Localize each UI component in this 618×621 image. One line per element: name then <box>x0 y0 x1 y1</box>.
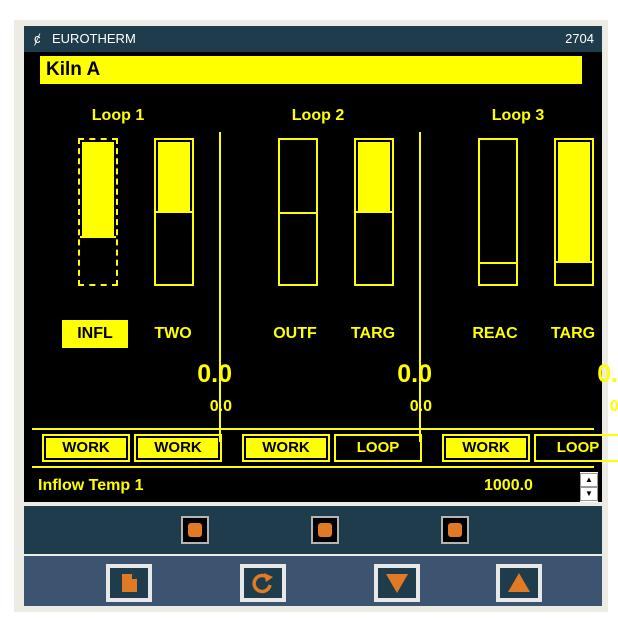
loop-value: 0.0 <box>597 360 618 388</box>
bargraph-fill <box>158 142 190 211</box>
mode-button[interactable]: WORK <box>442 434 530 462</box>
bargraph-label[interactable]: TWO <box>140 320 206 348</box>
bargraph-label[interactable]: REAC <box>462 320 528 348</box>
bargraph <box>154 138 194 286</box>
lower-button[interactable] <box>374 564 420 602</box>
parameter-name: Inflow Temp 1 <box>38 477 144 494</box>
model-number: 2704 <box>565 31 594 46</box>
bargraph <box>354 138 394 286</box>
loop-subvalue: 0.0 <box>209 398 232 415</box>
title-bar: ȼ EUROTHERM 2704 <box>24 26 602 52</box>
bargraph-marker <box>280 212 316 214</box>
bargraph-marker <box>480 262 516 265</box>
page-button[interactable] <box>106 564 152 602</box>
bargraph-marker <box>80 236 116 239</box>
loop-title: Loop 3 <box>491 107 545 124</box>
loop-subvalue: 0.0 <box>409 398 432 415</box>
bargraph-label[interactable]: TARG <box>540 320 606 348</box>
down-arrow-icon <box>386 574 408 593</box>
bargraph <box>478 138 518 286</box>
mode-button[interactable]: WORK <box>134 434 222 462</box>
parameter-value: 1000.0 <box>484 477 533 494</box>
separator-line <box>32 428 594 430</box>
scroll-cycle-icon <box>252 573 273 594</box>
bargraph-fill <box>558 142 590 261</box>
kiln-name: Kiln A <box>40 56 582 84</box>
led-indicator-icon <box>181 516 209 544</box>
bargraph-fill <box>358 142 390 211</box>
loop-subvalue: 0.0 <box>609 398 618 415</box>
mode-label: WORK <box>138 438 218 458</box>
bargraph-fill <box>82 142 114 237</box>
bargraph <box>554 138 594 286</box>
button-bar <box>24 556 602 606</box>
bargraph-marker <box>356 210 392 213</box>
mode-button[interactable]: LOOP <box>534 434 618 462</box>
brand-name: EUROTHERM <box>52 31 136 46</box>
loop-value: 0.0 <box>397 360 432 388</box>
loop-title: Loop 2 <box>291 107 345 124</box>
bargraph-label[interactable]: OUTF <box>262 320 328 348</box>
page-icon <box>122 574 137 592</box>
bargraph <box>278 138 318 286</box>
bargraph <box>78 138 118 286</box>
mode-label: WORK <box>46 438 126 458</box>
mode-button[interactable]: LOOP <box>334 434 422 462</box>
loop-title: Loop 1 <box>91 107 145 124</box>
bargraph-label[interactable]: INFL <box>62 320 128 348</box>
up-arrow-icon <box>508 573 530 592</box>
display-screen: Kiln A Loop 1 INFL TWO 0.0 0.0 WORK WORK Loop 2… <box>24 52 618 502</box>
loop-divider <box>219 132 221 442</box>
eurotherm-logo-icon: ȼ <box>34 31 41 46</box>
scroll-button[interactable] <box>240 564 286 602</box>
separator-line <box>32 466 594 468</box>
bargraph-marker <box>156 210 192 213</box>
bargraph-label[interactable]: TARG <box>340 320 406 348</box>
led-indicator-icon <box>441 516 469 544</box>
bargraph-marker <box>556 260 592 263</box>
spin-up-icon[interactable]: ▲ <box>580 473 598 487</box>
loop-value: 0.0 <box>197 360 232 388</box>
led-bar <box>24 506 602 554</box>
instrument-frame: ȼ EUROTHERM 2704 Kiln A Loop 1 INFL TWO 0.0… <box>14 20 618 612</box>
spin-down-icon[interactable]: ▼ <box>580 487 598 501</box>
led-indicator-icon <box>311 516 339 544</box>
mode-label: WORK <box>446 438 526 458</box>
mode-label: WORK <box>246 438 326 458</box>
raise-button[interactable] <box>496 564 542 602</box>
mode-button[interactable]: WORK <box>242 434 330 462</box>
loop-divider <box>419 132 421 442</box>
mode-button[interactable]: WORK <box>42 434 130 462</box>
mode-label: LOOP <box>556 439 600 456</box>
mode-label: LOOP <box>356 439 400 456</box>
parameter-spinner[interactable]: ▲ ▼ <box>580 472 598 502</box>
